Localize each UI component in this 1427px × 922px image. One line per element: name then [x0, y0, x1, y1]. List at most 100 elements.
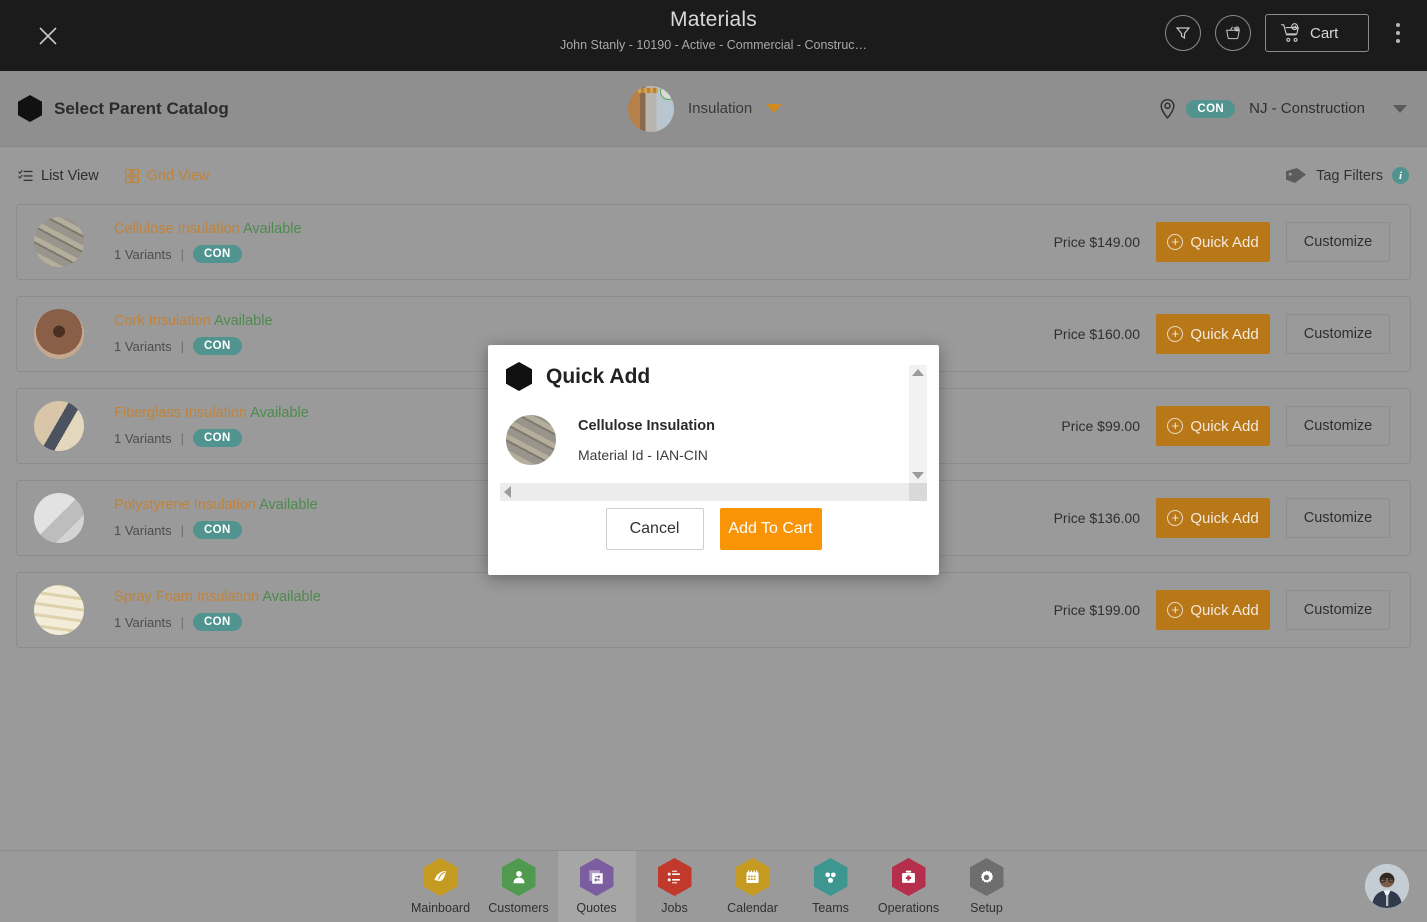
operations-icon	[891, 858, 926, 896]
cart-button[interactable]: Cart	[1265, 14, 1369, 52]
meta-separator: |	[180, 522, 184, 538]
list-view-label: List View	[41, 167, 99, 184]
meta-separator: |	[180, 246, 184, 262]
quick-add-dialog: Quick Add Cellulose Insulation Material …	[488, 345, 939, 575]
material-meta: 1 Variants | CON	[114, 613, 321, 631]
material-name: Fiberglass Insulation	[114, 405, 247, 421]
customize-button[interactable]: Customize	[1286, 314, 1390, 354]
material-info: Cork Insulation Available 1 Variants | C…	[114, 313, 273, 355]
meta-separator: |	[180, 430, 184, 446]
nav-label-calendar: Calendar	[727, 901, 778, 915]
row-actions: Price $199.00 + Quick Add Customize	[1054, 590, 1390, 630]
status-badge: CON	[192, 337, 242, 355]
material-title: Polystyrene Insulation Available	[114, 497, 318, 513]
kebab-menu-icon[interactable]	[1387, 14, 1409, 52]
parent-catalog-label: Select Parent Catalog	[54, 98, 229, 118]
nav-item-jobs[interactable]: Jobs	[636, 851, 714, 922]
chevron-down-icon[interactable]	[1393, 104, 1407, 113]
nav-item-setup[interactable]: Setup	[948, 851, 1026, 922]
material-meta: 1 Variants | CON	[114, 521, 318, 539]
grid-view-icon	[124, 168, 139, 183]
quick-add-label: Quick Add	[1190, 509, 1259, 527]
material-info: Polystyrene Insulation Available 1 Varia…	[114, 497, 318, 539]
horizontal-scrollbar[interactable]	[500, 483, 927, 501]
status-badge: CON	[192, 245, 242, 263]
cancel-button[interactable]: Cancel	[605, 508, 704, 550]
grid-view-option[interactable]: Grid View	[124, 168, 209, 184]
selected-catalog-label: Insulation	[688, 100, 753, 117]
quick-add-button[interactable]: + Quick Add	[1156, 406, 1270, 446]
location-selector[interactable]: CON NJ - Construction	[1159, 98, 1407, 119]
filter-funnel-icon[interactable]	[1165, 15, 1201, 51]
location-pin-icon	[1160, 98, 1175, 119]
add-to-cart-button[interactable]: Add To Cart	[719, 508, 822, 550]
customize-button[interactable]: Customize	[1286, 590, 1390, 630]
material-info: Fiberglass Insulation Available 1 Varian…	[114, 405, 309, 447]
close-icon[interactable]	[30, 18, 66, 54]
catalog-selector-bar: Select Parent Catalog ✓ Insulation CON N…	[0, 71, 1427, 147]
basket-icon[interactable]	[1215, 15, 1251, 51]
nav-label-jobs: Jobs	[661, 901, 688, 915]
availability-label: Available	[259, 497, 318, 513]
nav-label-operations: Operations	[877, 901, 940, 915]
variants-count: 1 Variants	[114, 614, 172, 630]
nav-item-calendar[interactable]: Calendar	[714, 851, 792, 922]
price-label: Price $136.00	[1053, 510, 1140, 526]
material-name: Polystyrene Insulation	[114, 497, 256, 513]
scroll-down-arrow-icon[interactable]	[912, 472, 924, 479]
info-icon[interactable]: i	[1392, 167, 1409, 184]
material-thumbnail	[506, 415, 556, 465]
quick-add-label: Quick Add	[1190, 233, 1259, 251]
variants-count: 1 Variants	[114, 522, 172, 538]
modal-content: Cellulose Insulation Material Id - IAN-C…	[506, 409, 891, 471]
view-options: List View Grid View	[18, 168, 209, 184]
nav-item-customers[interactable]: Customers	[480, 851, 558, 922]
price-label: Price $99.00	[1061, 418, 1140, 434]
quick-add-button[interactable]: + Quick Add	[1156, 314, 1270, 354]
modal-item-details: Cellulose Insulation Material Id - IAN-C…	[578, 418, 715, 463]
avatar[interactable]	[1365, 864, 1409, 908]
meta-separator: |	[180, 614, 184, 630]
teams-icon	[813, 858, 848, 896]
customize-button[interactable]: Customize	[1286, 498, 1390, 538]
table-row[interactable]: Spray Foam Insulation Available 1 Varian…	[16, 572, 1411, 648]
nav-item-operations[interactable]: Operations	[870, 851, 948, 922]
list-view-option[interactable]: List View	[18, 168, 99, 184]
hexagon-icon	[506, 362, 532, 391]
plus-circle-icon: +	[1167, 234, 1184, 250]
customize-button[interactable]: Customize	[1286, 222, 1390, 262]
customers-icon	[501, 858, 536, 896]
tag-filters-button[interactable]: Tag Filters i	[1285, 167, 1409, 185]
price-label: Price $160.00	[1053, 326, 1140, 342]
material-title: Cellulose Insulation Available	[114, 221, 302, 237]
modal-header: Quick Add	[488, 345, 939, 391]
nav-item-quotes[interactable]: Quotes	[557, 850, 636, 922]
table-row[interactable]: Cellulose Insulation Available 1 Variant…	[16, 204, 1411, 280]
modal-actions: Cancel Add To Cart	[488, 508, 939, 550]
modal-title: Quick Add	[546, 364, 651, 388]
nav-item-mainboard[interactable]: Mainboard	[402, 851, 480, 922]
quick-add-label: Quick Add	[1190, 417, 1259, 435]
variants-count: 1 Variants	[114, 430, 172, 446]
material-meta: 1 Variants | CON	[114, 429, 309, 447]
material-title: Fiberglass Insulation Available	[114, 405, 309, 421]
jobs-icon	[657, 858, 692, 896]
nav-label-teams: Teams	[812, 901, 849, 915]
scroll-up-arrow-icon[interactable]	[912, 369, 924, 376]
chevron-down-icon[interactable]	[766, 104, 783, 113]
quick-add-button[interactable]: + Quick Add	[1156, 498, 1270, 538]
material-info: Cellulose Insulation Available 1 Variant…	[114, 221, 302, 263]
select-parent-catalog-button[interactable]: Select Parent Catalog	[18, 95, 229, 122]
hexagon-icon	[18, 95, 42, 122]
plus-circle-icon: +	[1167, 510, 1184, 526]
variants-count: 1 Variants	[114, 246, 172, 262]
nav-item-teams[interactable]: Teams	[792, 851, 870, 922]
quick-add-button[interactable]: + Quick Add	[1156, 590, 1270, 630]
selected-catalog-group[interactable]: ✓ Insulation	[628, 85, 783, 132]
quotes-icon	[579, 858, 614, 896]
material-title: Spray Foam Insulation Available	[114, 589, 321, 605]
scroll-left-arrow-icon[interactable]	[504, 486, 511, 498]
quick-add-button[interactable]: + Quick Add	[1156, 222, 1270, 262]
customize-button[interactable]: Customize	[1286, 406, 1390, 446]
vertical-scrollbar[interactable]	[909, 365, 927, 483]
